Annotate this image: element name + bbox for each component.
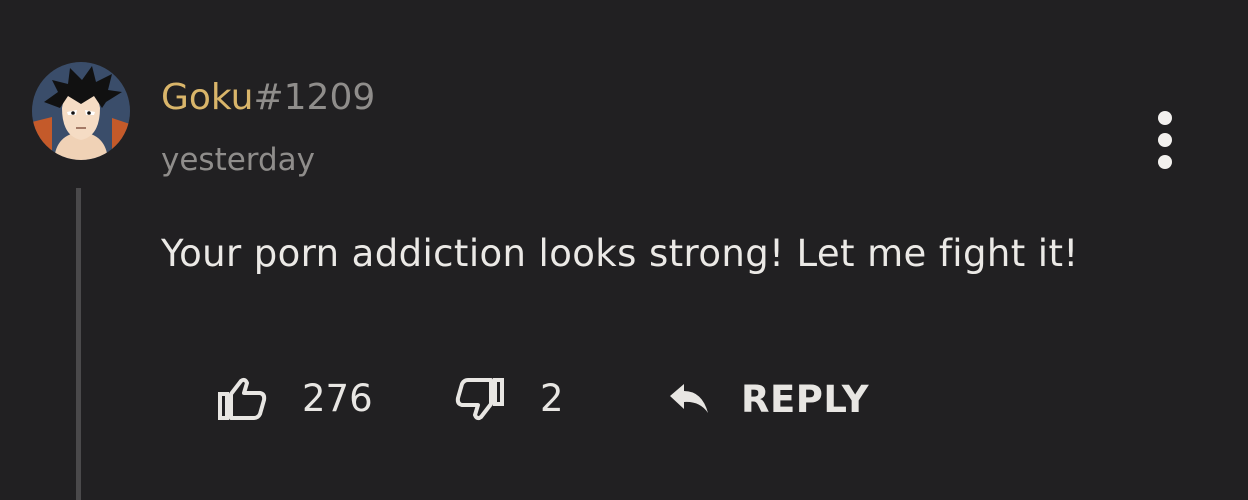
- username[interactable]: Goku: [161, 77, 253, 118]
- comment-text: Your porn addiction looks strong! Let me…: [161, 232, 1079, 275]
- comment-actions: 276 2 REPLY: [0, 374, 1248, 424]
- goku-avatar-icon: [32, 62, 130, 160]
- avatar[interactable]: [32, 62, 130, 160]
- dislike-count: 2: [540, 377, 564, 420]
- dislike-button[interactable]: 2: [454, 374, 564, 424]
- like-count: 276: [302, 377, 373, 420]
- like-button[interactable]: 276: [216, 374, 373, 424]
- author-line: Goku#1209: [161, 76, 375, 120]
- user-discriminator: #1209: [253, 77, 376, 118]
- reply-arrow-icon: [668, 381, 710, 417]
- thumbs-up-icon: [216, 376, 268, 422]
- thumbs-down-icon: [454, 376, 506, 422]
- reply-label: REPLY: [741, 377, 869, 421]
- thread-line: [76, 188, 81, 500]
- reply-button[interactable]: REPLY: [668, 374, 869, 424]
- more-options-button[interactable]: [1144, 108, 1186, 172]
- timestamp: yesterday: [161, 142, 316, 178]
